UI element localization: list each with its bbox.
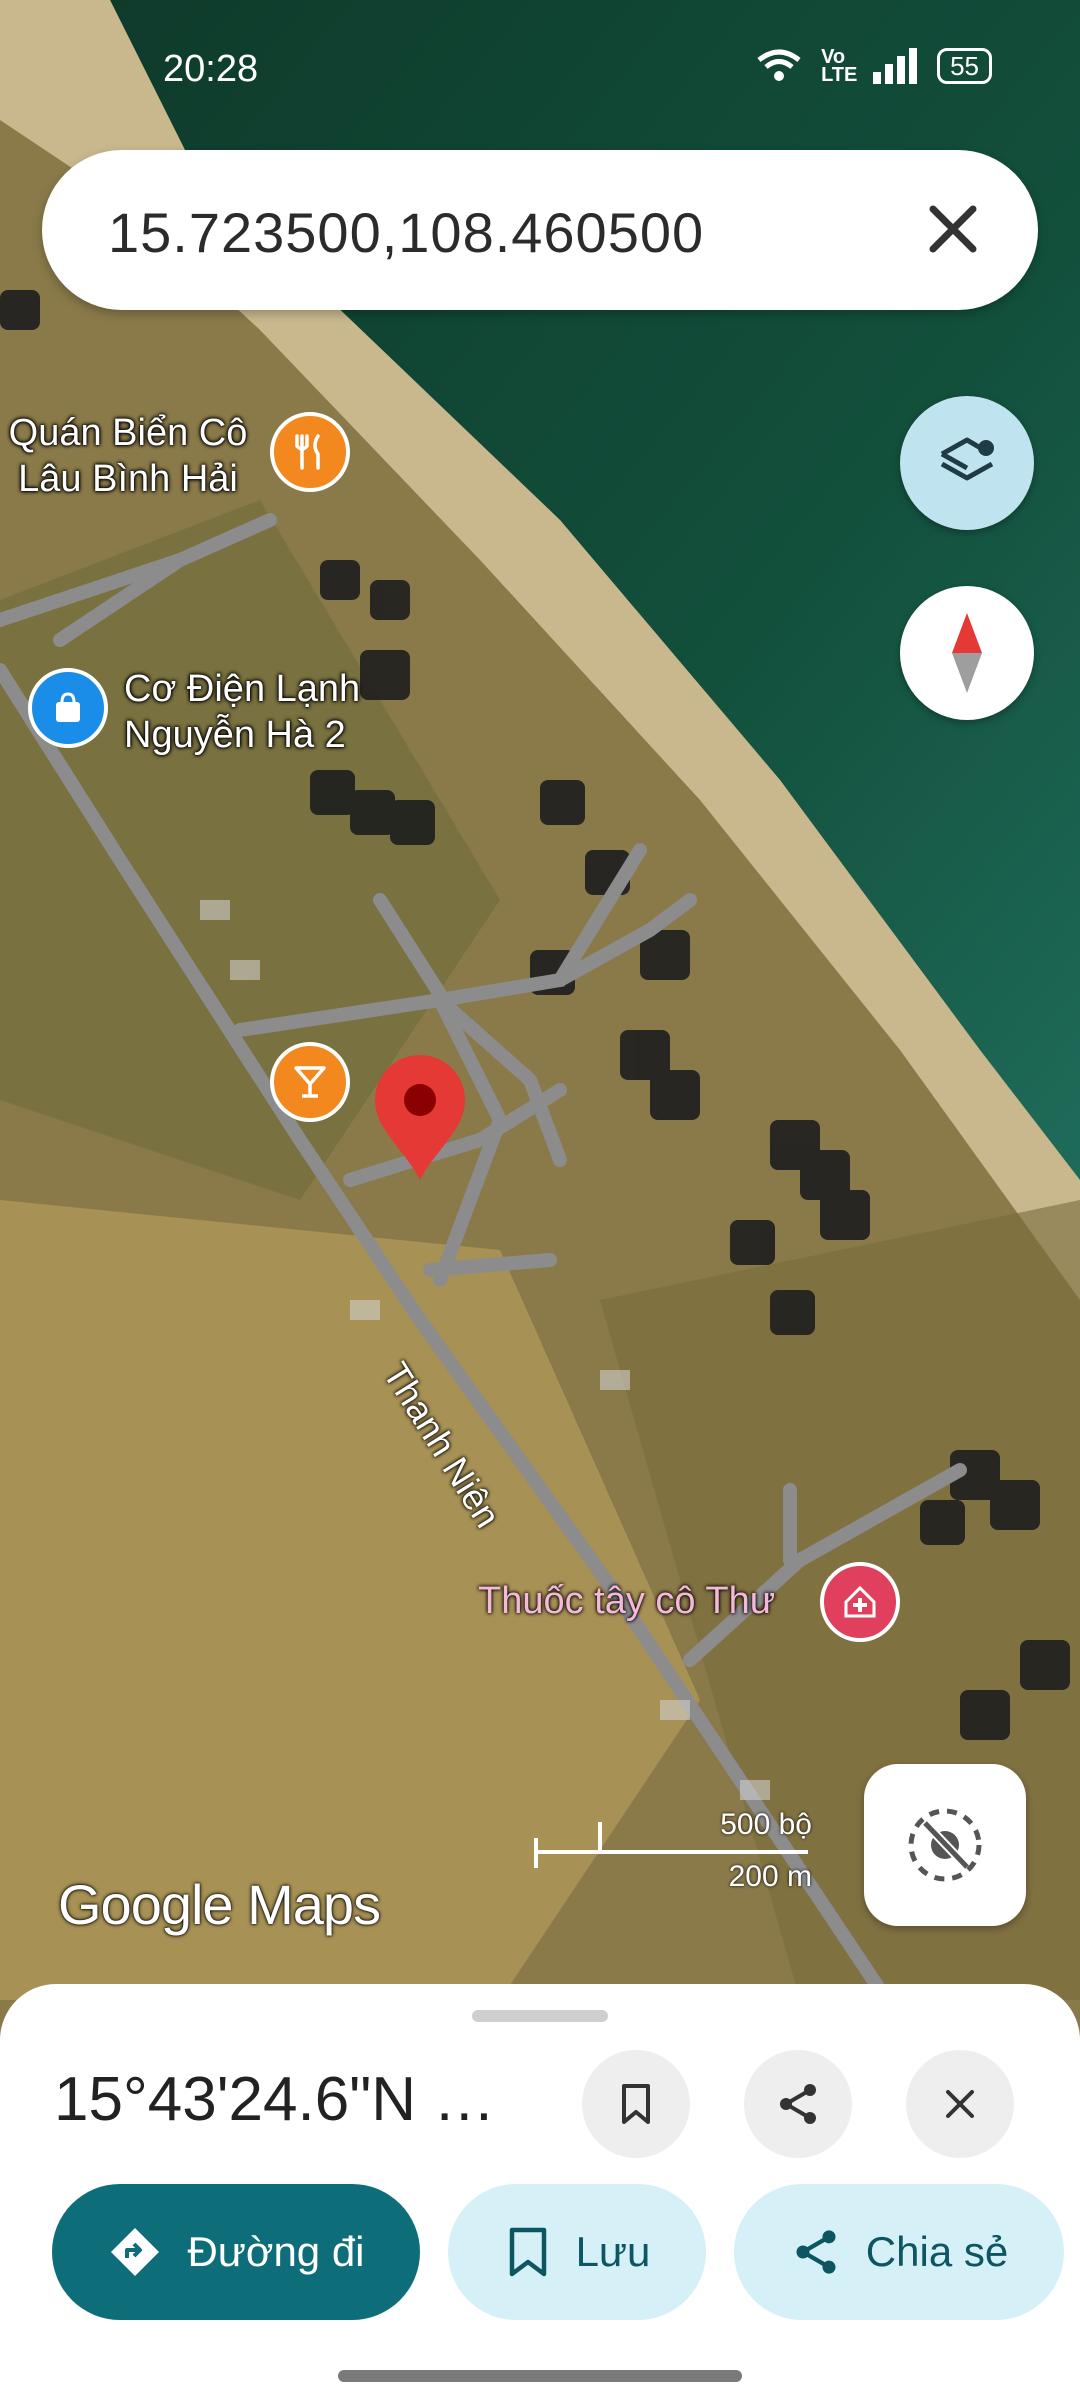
status-time: 20:28: [163, 48, 259, 90]
close-icon: [946, 2090, 974, 2118]
close-sheet-button[interactable]: [906, 2050, 1014, 2158]
bookmark-icon: [509, 2227, 546, 2277]
close-icon: [929, 205, 977, 253]
poi-label-shop[interactable]: Cơ Điện Lạnh Nguyễn Hà 2: [124, 666, 360, 758]
bookmark-button[interactable]: [582, 2050, 690, 2158]
google-maps-logo: Google Maps: [58, 1873, 381, 1936]
share-label: Chia sẻ: [865, 2228, 1009, 2275]
status-bar: 20:28 Vo LTE 55: [0, 40, 1080, 100]
fork-knife-icon: [295, 434, 320, 470]
share-icon: [780, 2084, 816, 2124]
share-icon: [796, 2230, 836, 2274]
poi-label-restaurant[interactable]: Quán Biển Cô Lâu Bình Hải: [0, 410, 256, 502]
poi-label-line: Quán Biển Cô: [8, 412, 248, 454]
pharmacy-icon[interactable]: [820, 1562, 900, 1642]
signal-icon: [873, 48, 918, 84]
drag-handle[interactable]: [472, 2010, 608, 2022]
poi-label-line: Cơ Điện Lạnh: [124, 668, 361, 710]
location-pin-icon[interactable]: [365, 1055, 475, 1185]
status-icons: Vo LTE 55: [755, 46, 992, 86]
bar-icon[interactable]: [270, 1042, 350, 1122]
layers-button[interactable]: [900, 396, 1034, 530]
bottom-sheet[interactable]: 15°43'24.6"N 108°27'37.8"E Đường đi Lưu: [0, 1984, 1080, 2400]
directions-icon: [111, 2228, 160, 2276]
wifi-icon: [757, 49, 801, 81]
location-off-icon: [908, 1808, 982, 1882]
coordinates-title: 15°43'24.6"N 108°27'37.8"E: [54, 2065, 524, 2134]
scale-metric-label: 200 m: [728, 1860, 812, 1893]
search-bar[interactable]: 15.723500,108.460500: [42, 150, 1038, 310]
restaurant-icon[interactable]: [270, 412, 350, 492]
share-button[interactable]: Chia sẻ: [734, 2184, 1064, 2320]
cocktail-icon: [294, 1066, 326, 1098]
poi-label-line: Nguyễn Hà 2: [124, 714, 346, 756]
share-icon-button[interactable]: [744, 2050, 852, 2158]
directions-button[interactable]: Đường đi: [52, 2184, 420, 2320]
volte-icon: Vo LTE: [821, 46, 858, 86]
compass-button[interactable]: [900, 586, 1034, 720]
compass-icon: [952, 613, 982, 693]
map-scale: 500 bộ 200 m: [532, 1808, 812, 1896]
poi-label-line: Lâu Bình Hải: [18, 458, 238, 500]
save-button[interactable]: Lưu: [448, 2184, 706, 2320]
bookmark-icon: [622, 2084, 650, 2124]
gesture-nav-bar[interactable]: [338, 2370, 742, 2382]
directions-label: Đường đi: [187, 2228, 365, 2275]
save-label: Lưu: [575, 2228, 651, 2275]
layers-icon: [940, 437, 994, 481]
bag-icon: [56, 692, 80, 722]
shopping-bag-icon[interactable]: [28, 668, 108, 748]
scale-imperial-label: 500 bộ: [720, 1808, 812, 1841]
clear-search-button[interactable]: [908, 184, 998, 274]
medical-cross-icon: [844, 1585, 876, 1618]
search-input[interactable]: 15.723500,108.460500: [108, 200, 704, 265]
poi-label-pharmacy[interactable]: Thuốc tây cô Thư: [478, 1580, 775, 1623]
recenter-button[interactable]: [864, 1764, 1026, 1926]
battery-indicator: 55: [937, 48, 992, 84]
